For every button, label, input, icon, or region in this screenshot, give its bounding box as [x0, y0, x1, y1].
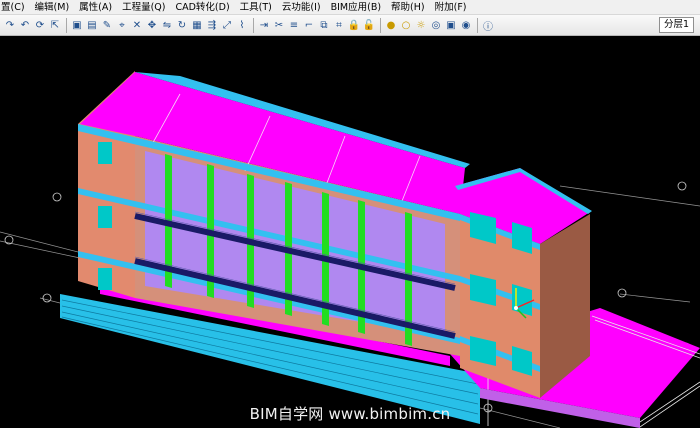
- menu-item[interactable]: 置(C): [0, 0, 30, 15]
- align-icon[interactable]: ≡: [288, 19, 300, 31]
- paint-icon[interactable]: ✎: [101, 19, 113, 31]
- menu-bar: 置(C) 编辑(M) 属性(A) 工程量(Q) CAD转化(D) 工具(T) 云功能(I) B…: [0, 0, 700, 15]
- rotate-icon[interactable]: ↻: [176, 19, 188, 31]
- bulb-off-icon[interactable]: ○: [400, 19, 412, 31]
- building-model-view[interactable]: [0, 36, 700, 428]
- menu-item[interactable]: 工程量(Q): [117, 0, 170, 15]
- merge-icon[interactable]: ⧉: [318, 19, 330, 31]
- toolbar-separator: [477, 17, 478, 33]
- delete-icon[interactable]: ✕: [131, 19, 143, 31]
- select-icon[interactable]: ⇱: [49, 19, 61, 31]
- unlock-icon[interactable]: 🔓: [363, 19, 375, 31]
- corner-icon[interactable]: ⌐: [303, 19, 315, 31]
- move-icon[interactable]: ✥: [146, 19, 158, 31]
- 3d-viewport[interactable]: [0, 36, 700, 428]
- toolbar-separator: [380, 17, 381, 33]
- trim-icon[interactable]: ✂: [273, 19, 285, 31]
- array-icon[interactable]: ▦: [191, 19, 203, 31]
- menu-item[interactable]: CAD转化(D): [170, 0, 234, 15]
- lock-icon[interactable]: 🔒: [348, 19, 360, 31]
- info-icon[interactable]: ⓘ: [482, 19, 494, 33]
- menu-item[interactable]: 属性(A): [74, 0, 117, 15]
- mirror-icon[interactable]: ⇋: [161, 19, 173, 31]
- menu-item[interactable]: 附加(F): [430, 0, 472, 15]
- refresh-icon[interactable]: ⟳: [34, 19, 46, 31]
- orbit-icon[interactable]: ◎: [430, 19, 442, 31]
- stretch-icon[interactable]: ⤢: [221, 19, 233, 31]
- toolbar-separator: [66, 17, 67, 33]
- menu-item[interactable]: 编辑(M): [30, 0, 75, 15]
- toolbar: ↷ ↶ ⟳ ⇱ ▣ ▤ ✎ ⌖ ✕ ✥ ⇋ ↻ ▦ ⇶ ⤢ ⌇ ⇥ ✂ ≡ ⌐ ⧉ ⌗ 🔒 🔓 ● ○ ☼ ◎ ▣ ◉ ⓘ 分层1: [0, 15, 700, 36]
- menu-item[interactable]: 工具(T): [235, 0, 277, 15]
- bulb-icon[interactable]: ●: [385, 19, 397, 31]
- layer-selector[interactable]: 分层1: [658, 17, 694, 33]
- sun-icon[interactable]: ☼: [415, 19, 427, 31]
- toolbar-separator: [253, 17, 254, 33]
- extend-icon[interactable]: ⇥: [258, 19, 270, 31]
- eye-icon[interactable]: ◉: [460, 19, 472, 31]
- break-icon[interactable]: ⌇: [236, 19, 248, 31]
- view-icon[interactable]: ▣: [71, 19, 83, 31]
- camera-icon[interactable]: ▣: [445, 19, 457, 31]
- menu-item[interactable]: BIM应用(B): [326, 0, 386, 15]
- menu-item[interactable]: 帮助(H): [386, 0, 430, 15]
- menu-item[interactable]: 云功能(I): [277, 0, 326, 15]
- redo-icon[interactable]: ↷: [4, 19, 16, 31]
- split-icon[interactable]: ⌗: [333, 19, 345, 31]
- measure-icon[interactable]: ⌖: [116, 19, 128, 31]
- copy-icon[interactable]: ▤: [86, 19, 98, 31]
- watermark: BIM自学网 www.bimbim.cn: [249, 405, 451, 423]
- offset-icon[interactable]: ⇶: [206, 19, 218, 31]
- undo-icon[interactable]: ↶: [19, 19, 31, 31]
